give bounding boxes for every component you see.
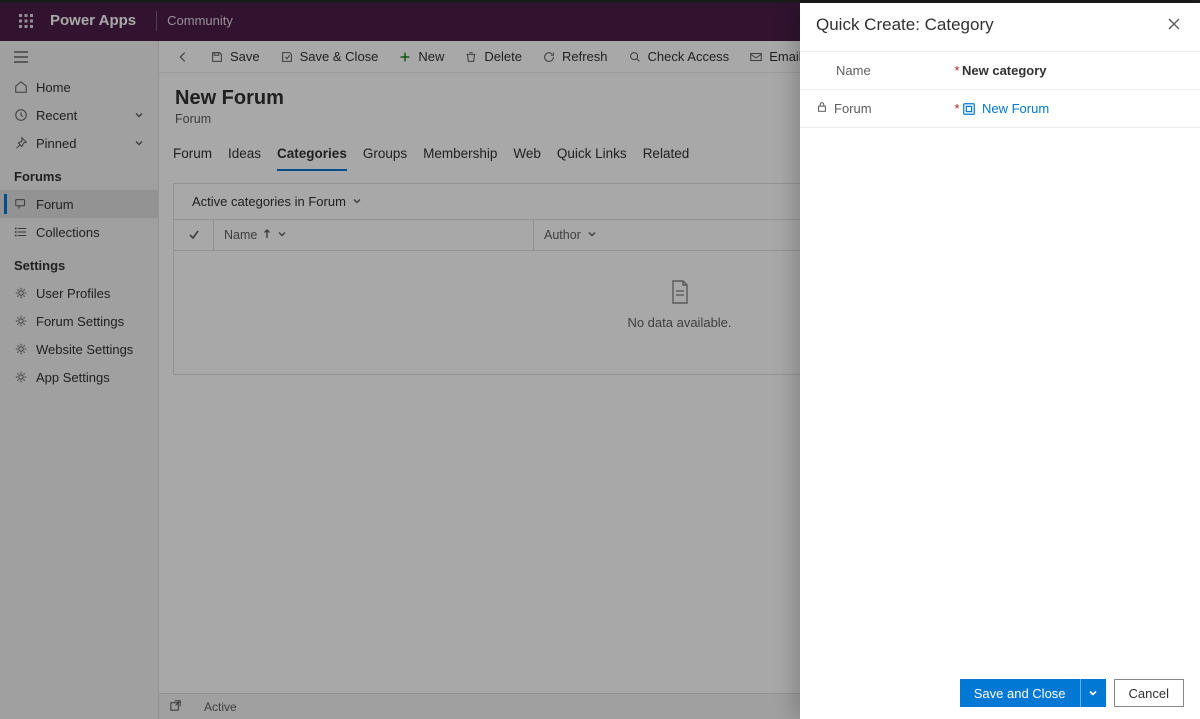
required-marker: * bbox=[952, 63, 962, 78]
panel-fields: Name * New category Forum * New Forum bbox=[800, 51, 1200, 128]
save-and-close-dropdown[interactable] bbox=[1080, 679, 1106, 707]
field-label: Name bbox=[816, 63, 952, 78]
field-value[interactable]: New category bbox=[962, 63, 1184, 78]
close-button[interactable] bbox=[1164, 13, 1184, 37]
panel-title: Quick Create: Category bbox=[816, 15, 994, 35]
lock-icon bbox=[816, 101, 828, 116]
close-icon bbox=[1168, 18, 1180, 30]
label-text: Forum bbox=[834, 101, 872, 116]
entity-icon bbox=[962, 102, 976, 116]
save-and-close-button[interactable]: Save and Close bbox=[960, 679, 1080, 707]
lookup-text: New Forum bbox=[982, 101, 1049, 116]
panel-header: Quick Create: Category bbox=[800, 3, 1200, 51]
lookup-value[interactable]: New Forum bbox=[962, 101, 1184, 116]
cancel-button[interactable]: Cancel bbox=[1114, 679, 1184, 707]
label-text: Name bbox=[836, 63, 871, 78]
panel-footer: Save and Close Cancel bbox=[800, 667, 1200, 719]
field-forum[interactable]: Forum * New Forum bbox=[800, 90, 1200, 128]
save-close-split: Save and Close bbox=[960, 679, 1106, 707]
field-label: Forum bbox=[816, 101, 952, 116]
quick-create-panel: Quick Create: Category Name * New catego… bbox=[800, 3, 1200, 719]
required-marker: * bbox=[952, 101, 962, 116]
chevron-down-icon bbox=[1088, 688, 1098, 698]
field-name[interactable]: Name * New category bbox=[800, 52, 1200, 90]
